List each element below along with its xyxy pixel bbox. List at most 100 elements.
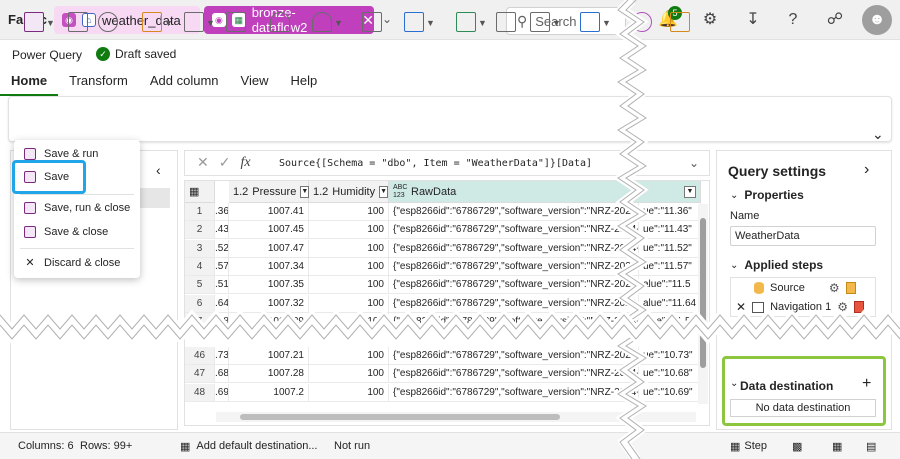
diagram-view-icon[interactable]: ▩	[792, 440, 802, 453]
table-menu-header[interactable]: ▦	[185, 181, 215, 203]
table-cell[interactable]: {"esp8266id":"6786729","software_version…	[389, 347, 639, 365]
column-header-rawdata[interactable]: ABC 123 RawData ▼	[389, 181, 701, 203]
row-index-cell[interactable]: 47	[185, 365, 215, 384]
properties-icon[interactable]	[362, 12, 382, 32]
chevron-down-icon[interactable]: ⌄	[689, 156, 709, 170]
table-cell[interactable]: .36	[215, 203, 229, 221]
chevron-down-icon[interactable]: ▼	[379, 185, 389, 198]
chevron-left-icon[interactable]: ‹	[156, 162, 161, 178]
gear-icon[interactable]: ⚙	[701, 11, 719, 29]
row-index-cell[interactable]: 5	[185, 276, 215, 295]
chevron-right-icon[interactable]: ›	[864, 161, 869, 179]
table-cell[interactable]: .52	[215, 239, 229, 258]
chevron-down-icon[interactable]: ▼	[426, 18, 435, 28]
table-cell[interactable]: 1007.34	[229, 257, 309, 276]
table-cell[interactable]: 100	[309, 239, 389, 258]
table-icon[interactable]	[226, 12, 246, 32]
row-index-cell[interactable]: 3	[185, 239, 215, 258]
tab-transform[interactable]: Transform	[58, 72, 139, 96]
chevron-down-icon[interactable]: ⌄	[872, 126, 884, 143]
add-destination-link[interactable]: ▦ Add default destination...	[180, 440, 318, 453]
chevron-down-icon[interactable]: ▼	[602, 18, 611, 28]
help-icon[interactable]: ?	[784, 11, 802, 29]
edit-icon[interactable]	[68, 12, 88, 32]
table-cell[interactable]: {"esp8266id":"6786729","software_version…	[389, 257, 639, 276]
new-source-icon[interactable]	[142, 12, 162, 32]
table-cell[interactable]: 100	[309, 383, 389, 402]
table-cell[interactable]: 1007.21	[229, 347, 309, 365]
table-cell[interactable]: .43	[215, 221, 229, 240]
table-cell[interactable]: 1007.35	[229, 276, 309, 295]
merge-icon[interactable]	[530, 12, 550, 32]
table-cell[interactable]: 100	[309, 365, 389, 384]
choose-columns-icon[interactable]	[404, 12, 424, 32]
share-icon[interactable]: ☍	[826, 11, 844, 29]
chevron-down-icon[interactable]: ⌄	[382, 12, 392, 26]
table-cell[interactable]: 100	[309, 257, 389, 276]
chevron-down-icon[interactable]: ▼	[478, 18, 487, 28]
chevron-down-icon[interactable]: ▼	[684, 185, 696, 198]
column-header-pressure[interactable]: 1.2 Pressure ▼	[229, 181, 310, 203]
step-button[interactable]: ▦ Step	[730, 440, 767, 453]
table-cell[interactable]: .57	[215, 257, 229, 276]
table-cell[interactable]: .51	[215, 276, 229, 295]
menu-item-save-run[interactable]: Save & run	[24, 148, 98, 160]
export-template-icon[interactable]	[670, 12, 690, 32]
manage-connections-icon[interactable]	[312, 12, 332, 32]
table-cell[interactable]: {"esp8266id":"6786729","software_version…	[389, 383, 639, 402]
table-cell[interactable]: 100	[309, 347, 389, 365]
query-name-input[interactable]: WeatherData	[730, 226, 876, 246]
row-index-cell[interactable]: 2	[185, 221, 215, 240]
table-cell[interactable]: .68	[215, 365, 229, 384]
schema-view-icon[interactable]: ▤	[866, 440, 876, 453]
avatar[interactable]: ☻	[862, 5, 892, 35]
applied-steps-toggle[interactable]: ⌄ Applied steps	[730, 258, 823, 272]
menu-item-save-close[interactable]: Save & close	[24, 226, 108, 238]
scrollbar-thumb[interactable]	[240, 414, 560, 420]
menu-item-discard-close[interactable]: ✕ Discard & close	[24, 256, 120, 270]
table-cell[interactable]: 1007.41	[229, 203, 309, 221]
table-cell[interactable]: {"esp8266id":"6786729","software_version…	[389, 239, 639, 258]
group-by-icon[interactable]	[580, 12, 600, 32]
properties-toggle[interactable]: ⌄ Properties	[730, 188, 804, 202]
chevron-down-icon[interactable]: ▼	[206, 18, 215, 28]
cancel-icon[interactable]: ✕	[197, 155, 209, 172]
menu-item-save-run-close[interactable]: Save, run & close	[24, 202, 130, 214]
save-icon[interactable]	[24, 12, 44, 32]
chevron-down-icon[interactable]: ▼	[300, 185, 310, 198]
tab-view[interactable]: View	[230, 72, 280, 96]
chevron-down-icon[interactable]: ⌄	[730, 378, 738, 389]
table-cell[interactable]: {"esp8266id":"6786729","software_version…	[389, 221, 639, 240]
row-index-cell[interactable]: 46	[185, 347, 215, 365]
chevron-down-icon[interactable]: ▼	[334, 18, 343, 28]
table-cell[interactable]: 1007.45	[229, 221, 309, 240]
row-index-cell[interactable]: 4	[185, 257, 215, 276]
column-header-humidity[interactable]: 1.2 Humidity ▼	[309, 181, 389, 203]
clock-icon[interactable]	[98, 12, 118, 32]
tab-home[interactable]: Home	[0, 72, 59, 96]
refresh-icon[interactable]	[456, 12, 476, 32]
copy-icon[interactable]	[496, 12, 516, 32]
table-cell[interactable]: 1007.28	[229, 365, 309, 384]
table-cell[interactable]: 1007.47	[229, 239, 309, 258]
table-cell[interactable]: 1007.2	[229, 383, 309, 402]
tab-add-column[interactable]: Add column	[139, 72, 230, 96]
row-index-cell[interactable]: 48	[185, 383, 215, 402]
check-icon[interactable]: ✓	[219, 155, 231, 172]
chevron-down-icon[interactable]: ▼	[46, 18, 55, 28]
chevron-down-icon[interactable]: ▼	[164, 18, 173, 28]
chevron-down-icon[interactable]: ▼	[552, 18, 561, 28]
data-destination-value[interactable]: No data destination	[730, 399, 876, 417]
add-destination-button[interactable]: +	[862, 375, 871, 393]
table-cell[interactable]: 100	[309, 203, 389, 221]
download-icon[interactable]: ↧	[744, 11, 762, 29]
table-cell[interactable]: 100	[309, 221, 389, 240]
options-icon[interactable]	[270, 12, 290, 32]
selected-query[interactable]	[140, 188, 170, 208]
table-cell[interactable]: {"esp8266id":"6786729","software_version…	[389, 203, 639, 221]
table-view-icon[interactable]: ▦	[832, 440, 842, 453]
recent-sources-icon[interactable]	[184, 12, 204, 32]
table-cell[interactable]: 100	[309, 276, 389, 295]
table-cell[interactable]: .73	[215, 347, 229, 365]
row-index-cell[interactable]: 1	[185, 203, 215, 221]
